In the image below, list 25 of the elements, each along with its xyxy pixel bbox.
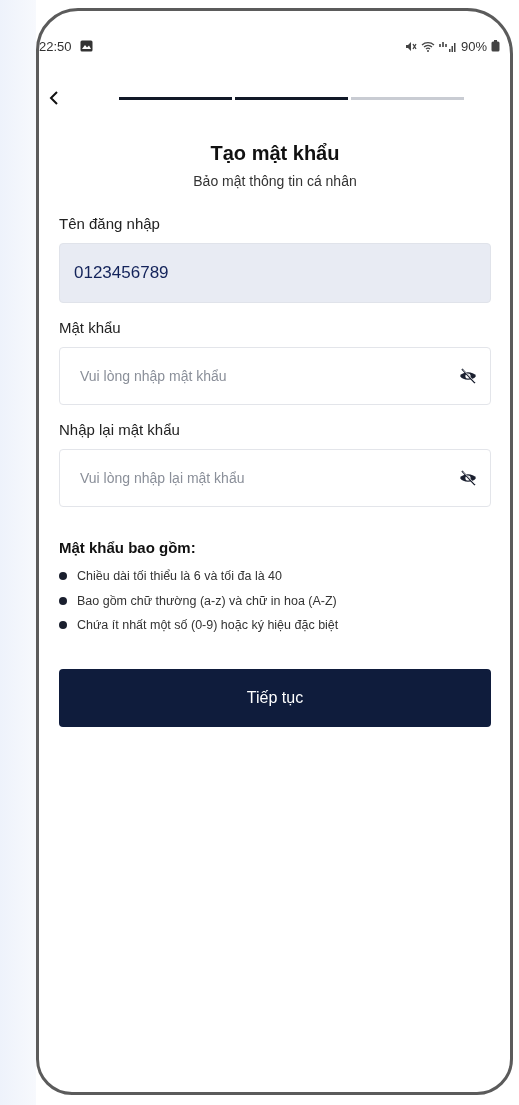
password-field[interactable]: Vui lòng nhập mật khẩu	[59, 347, 491, 405]
password-field[interactable]: Vui lòng nhập lại mật khẩu	[59, 449, 491, 507]
signal-icon	[438, 40, 457, 52]
field-label: Tên đăng nhập	[59, 215, 160, 232]
chevron-left-icon[interactable]	[49, 90, 59, 106]
bullet-icon	[59, 621, 67, 630]
rules-heading: Mật khẩu bao gồm:	[59, 539, 197, 556]
continue-button[interactable]: Tiếp tục	[59, 668, 491, 727]
mute-icon	[404, 40, 417, 52]
eye-slash-icon[interactable]	[459, 368, 477, 384]
image-icon	[79, 40, 93, 52]
status-time: 22:50	[39, 38, 72, 54]
field-label: Nhập lại mật khẩu	[59, 421, 180, 438]
rule-text: Chứa ít nhất một số (0-9) hoặc ký hiệu đặc biệt	[77, 618, 339, 633]
rule-text: Chiều dài tối thiểu là 6 và tối đa là 40	[77, 569, 282, 584]
page-title: Tạo mật khẩu	[209, 142, 341, 165]
battery-icon	[491, 40, 500, 52]
wifi-icon	[420, 40, 435, 52]
page-subtitle: Bảo mật thông tin cá nhân	[192, 173, 358, 189]
bullet-icon	[59, 572, 67, 581]
bullet-icon	[59, 596, 67, 605]
eye-slash-icon[interactable]	[459, 470, 477, 486]
battery-level: 90%	[460, 38, 487, 54]
field-label: Mật khẩu	[59, 319, 121, 336]
rule-text: Bao gồm chữ thường (a-z) và chữ in hoa (A-Z)	[77, 593, 337, 608]
